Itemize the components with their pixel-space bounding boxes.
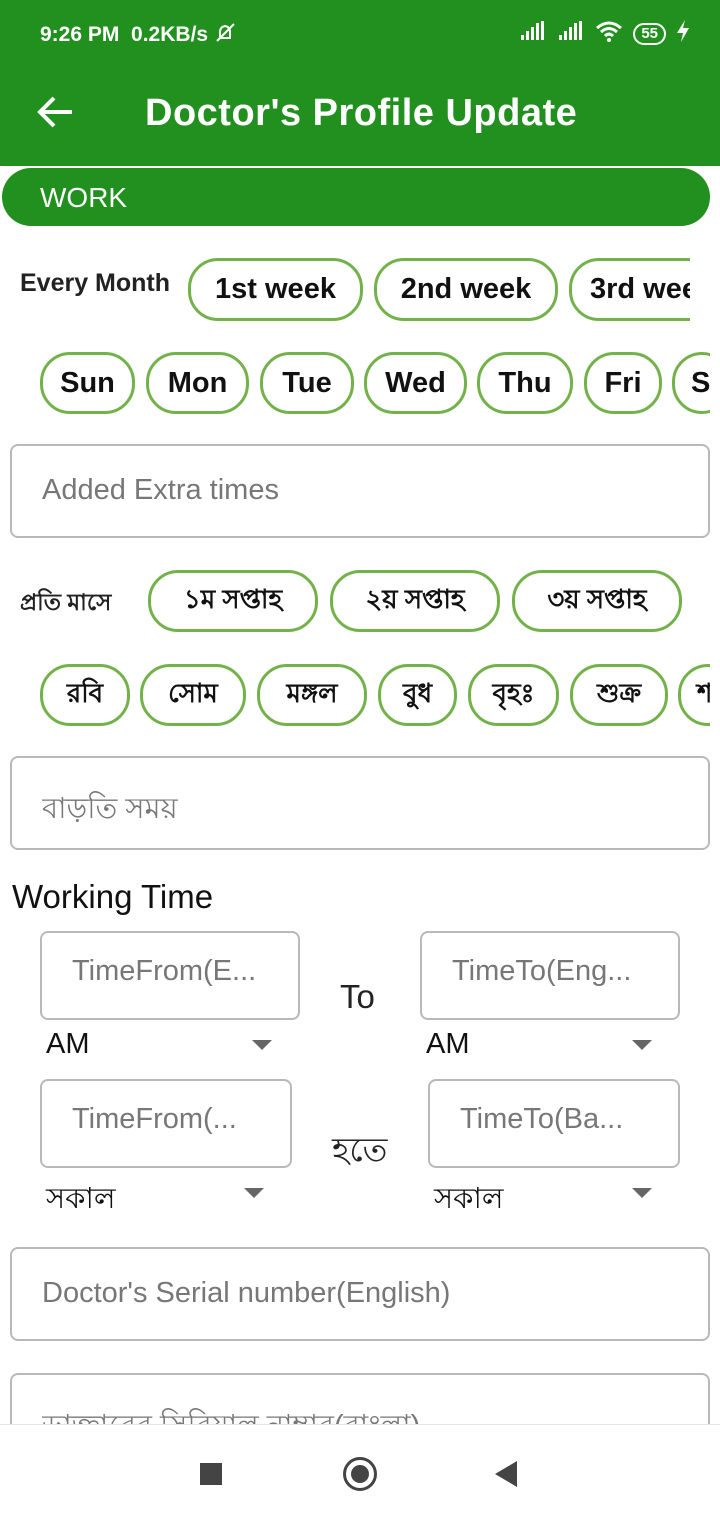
to-label: To	[340, 978, 375, 1015]
day-chip-bn-sun[interactable]: রবি	[40, 664, 130, 726]
wifi-icon	[595, 20, 623, 47]
day-chip-bn-fri[interactable]: শুক্র	[570, 664, 668, 726]
english-week-row: Every Month 1st week 2nd week 3rd wee	[0, 255, 720, 325]
row-clip	[710, 662, 720, 728]
week-chip-bn-3[interactable]: ৩য় সপ্তাহ	[512, 570, 682, 632]
day-chip-bn-mon[interactable]: সোম	[140, 664, 246, 726]
recents-icon[interactable]	[200, 1463, 222, 1485]
battery-icon: 55	[633, 22, 666, 45]
network-speed: 0.2KB/s	[131, 23, 209, 46]
signal-icon-2	[557, 21, 585, 46]
every-month-label: Every Month	[20, 269, 171, 297]
time-to-ampm-dropdown[interactable]: AM	[420, 1028, 652, 1068]
time-to-en-input[interactable]: TimeTo(Eng...	[420, 931, 680, 1020]
status-time: 9:26 PM 0.2KB/s	[40, 22, 238, 47]
time-from-en-input[interactable]: TimeFrom(E...	[40, 931, 300, 1020]
back-arrow-icon[interactable]	[36, 92, 76, 132]
day-chip-bn-thu[interactable]: বৃহঃ	[468, 664, 559, 726]
day-chip-tue[interactable]: Tue	[260, 352, 354, 414]
bangla-week-row: প্রতি মাসে ১ম সপ্তাহ ২য় সপ্তাহ ৩য় সপ্ত…	[0, 568, 720, 634]
serial-number-en-field[interactable]: Doctor's Serial number(English)	[10, 1247, 710, 1341]
week-chip-bn-2[interactable]: ২য় সপ্তাহ	[330, 570, 500, 632]
week-chip-2[interactable]: 2nd week	[374, 258, 558, 321]
charging-icon	[676, 20, 690, 47]
every-month-label-bn: প্রতি মাসে	[20, 589, 112, 615]
chevron-down-icon	[632, 1188, 652, 1198]
home-icon[interactable]	[343, 1457, 377, 1491]
day-chip-bn-tue[interactable]: মঙ্গল	[257, 664, 367, 726]
day-chip-sun[interactable]: Sun	[40, 352, 135, 414]
tab-work[interactable]: WORK	[2, 168, 710, 226]
bangla-day-row: রবি সোম মঙ্গল বুধ বৃহঃ শুক্র শ	[0, 662, 720, 728]
row-clip	[690, 255, 720, 325]
chevron-down-icon	[632, 1040, 652, 1050]
system-nav-bar	[0, 1424, 720, 1521]
extra-times-field-bn[interactable]: বাড়তি সময়	[10, 756, 710, 850]
day-chip-fri[interactable]: Fri	[584, 352, 662, 414]
week-chip-1[interactable]: 1st week	[188, 258, 363, 321]
to-label-bn: হতে	[332, 1131, 388, 1168]
mute-icon	[214, 23, 238, 46]
day-chip-wed[interactable]: Wed	[364, 352, 467, 414]
working-time-title: Working Time	[12, 878, 214, 915]
row-clip	[710, 350, 720, 416]
tab-work-label: WORK	[40, 182, 128, 213]
time-to-bn-dropdown[interactable]: সকাল	[428, 1176, 652, 1216]
status-bar: 9:26 PM 0.2KB/s 55	[0, 0, 720, 70]
time-from-ampm-dropdown[interactable]: AM	[40, 1028, 272, 1068]
nav-back-icon[interactable]	[495, 1461, 517, 1487]
chevron-down-icon	[244, 1188, 264, 1198]
page-title: Doctor's Profile Update	[145, 92, 578, 134]
time-from-bn-dropdown[interactable]: সকাল	[40, 1176, 264, 1216]
week-chip-bn-1[interactable]: ১ম সপ্তাহ	[148, 570, 318, 632]
time-from-bn-input[interactable]: TimeFrom(...	[40, 1079, 292, 1168]
time-to-bn-input[interactable]: TimeTo(Ba...	[428, 1079, 680, 1168]
day-chip-thu[interactable]: Thu	[477, 352, 573, 414]
app-bar: Doctor's Profile Update	[0, 70, 720, 166]
extra-times-field[interactable]: Added Extra times	[10, 444, 710, 538]
day-chip-mon[interactable]: Mon	[146, 352, 249, 414]
chevron-down-icon	[252, 1040, 272, 1050]
day-chip-bn-wed[interactable]: বুধ	[378, 664, 457, 726]
english-day-row: Sun Mon Tue Wed Thu Fri S	[0, 350, 720, 416]
signal-icon	[519, 21, 547, 46]
